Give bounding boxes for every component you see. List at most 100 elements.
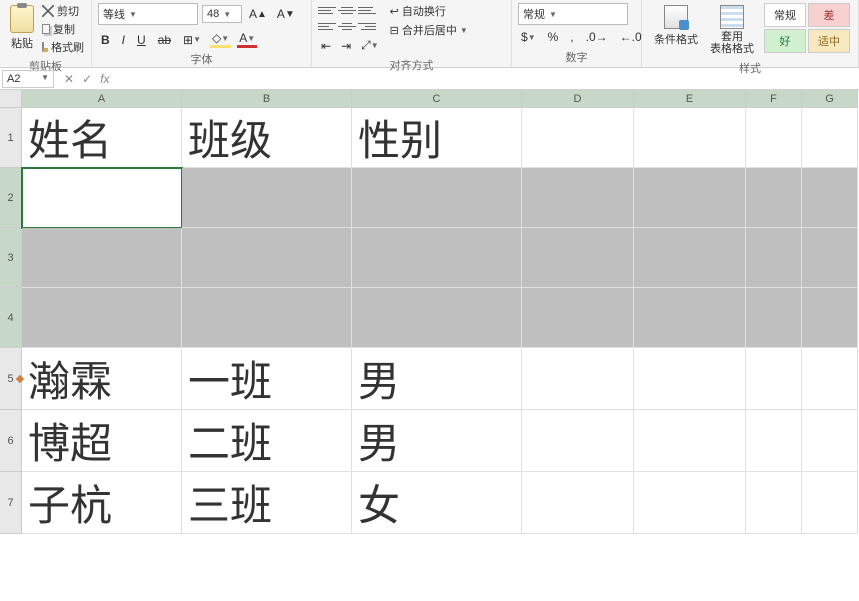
decrease-indent-button[interactable]: ⇤: [318, 37, 334, 54]
cell-style-normal[interactable]: 常规: [764, 3, 806, 27]
orientation-button[interactable]: ⤢▼: [358, 37, 382, 54]
col-header-G[interactable]: G: [802, 90, 858, 108]
cell-C3[interactable]: [352, 228, 522, 288]
align-middle-button[interactable]: [338, 3, 356, 17]
cell-G4[interactable]: [802, 288, 858, 348]
conditional-format-button[interactable]: 条件格式: [648, 3, 704, 49]
col-header-C[interactable]: C: [352, 90, 522, 108]
cell-C7[interactable]: 女: [352, 472, 522, 534]
col-header-A[interactable]: A: [22, 90, 182, 108]
font-name-dropdown[interactable]: 等线▼: [98, 3, 198, 25]
cell-C5[interactable]: 男: [352, 348, 522, 410]
paste-button[interactable]: 粘贴: [6, 3, 38, 53]
bold-button[interactable]: B: [98, 32, 113, 48]
cell-G5[interactable]: [802, 348, 858, 410]
cell-C6[interactable]: 男: [352, 410, 522, 472]
cell-D1[interactable]: [522, 108, 634, 168]
cell-D6[interactable]: [522, 410, 634, 472]
cell-E7[interactable]: [634, 472, 746, 534]
increase-decimal-button[interactable]: .0→: [583, 29, 611, 45]
fill-color-button[interactable]: ◇▼: [210, 31, 231, 48]
table-format-button[interactable]: 套用 表格格式: [704, 3, 760, 57]
font-color-button[interactable]: A▼: [237, 31, 257, 48]
align-top-button[interactable]: [318, 3, 336, 17]
cell-D5[interactable]: [522, 348, 634, 410]
format-painter-button[interactable]: 格式刷: [42, 39, 84, 55]
row-header-6[interactable]: 6: [0, 410, 22, 472]
border-button[interactable]: ⊞▼: [180, 32, 204, 48]
cell-E1[interactable]: [634, 108, 746, 168]
cell-G3[interactable]: [802, 228, 858, 288]
increase-font-button[interactable]: A▲: [246, 6, 270, 22]
row-header-3[interactable]: 3: [0, 228, 22, 288]
cell-C1[interactable]: 性别: [352, 108, 522, 168]
italic-button[interactable]: I: [119, 32, 128, 48]
currency-button[interactable]: $▼: [518, 29, 539, 45]
cell-E5[interactable]: [634, 348, 746, 410]
cell-E6[interactable]: [634, 410, 746, 472]
cell-G7[interactable]: [802, 472, 858, 534]
cell-E3[interactable]: [634, 228, 746, 288]
cell-D3[interactable]: [522, 228, 634, 288]
row-header-1[interactable]: 1: [0, 108, 22, 168]
align-right-button[interactable]: [358, 19, 376, 33]
cell-B3[interactable]: [182, 228, 352, 288]
cell-style-neutral[interactable]: 适中: [808, 29, 850, 53]
confirm-formula-button[interactable]: ✓: [82, 72, 92, 86]
formula-input[interactable]: [117, 77, 859, 81]
copy-button[interactable]: 复制: [42, 21, 84, 37]
cell-A6[interactable]: 博超: [22, 410, 182, 472]
cell-A2[interactable]: [22, 168, 182, 228]
col-header-E[interactable]: E: [634, 90, 746, 108]
cell-B6[interactable]: 二班: [182, 410, 352, 472]
decrease-decimal-button[interactable]: ←.0: [617, 29, 645, 45]
decrease-font-button[interactable]: A▼: [274, 6, 298, 22]
cell-E4[interactable]: [634, 288, 746, 348]
cell-E2[interactable]: [634, 168, 746, 228]
row-header-4[interactable]: 4: [0, 288, 22, 348]
cell-B5[interactable]: 一班: [182, 348, 352, 410]
cell-B1[interactable]: 班级: [182, 108, 352, 168]
row-header-5[interactable]: 5: [0, 348, 22, 410]
cut-button[interactable]: 剪切: [42, 3, 84, 19]
cell-C2[interactable]: [352, 168, 522, 228]
percent-button[interactable]: %: [545, 29, 562, 45]
cell-style-bad[interactable]: 差: [808, 3, 850, 27]
merge-center-button[interactable]: ⊟合并后居中▼: [390, 22, 468, 38]
cell-A5[interactable]: 瀚霖: [22, 348, 182, 410]
col-header-F[interactable]: F: [746, 90, 802, 108]
cell-C4[interactable]: [352, 288, 522, 348]
align-center-button[interactable]: [338, 19, 356, 33]
cell-F1[interactable]: [746, 108, 802, 168]
select-all-button[interactable]: [0, 90, 22, 108]
cell-A1[interactable]: 姓名: [22, 108, 182, 168]
cell-A3[interactable]: [22, 228, 182, 288]
col-header-D[interactable]: D: [522, 90, 634, 108]
cell-G1[interactable]: [802, 108, 858, 168]
cell-B7[interactable]: 三班: [182, 472, 352, 534]
row-header-2[interactable]: 2: [0, 168, 22, 228]
increase-indent-button[interactable]: ⇥: [338, 37, 354, 54]
cell-A7[interactable]: 子杭: [22, 472, 182, 534]
cell-G6[interactable]: [802, 410, 858, 472]
row-header-7[interactable]: 7: [0, 472, 22, 534]
comma-button[interactable]: ,: [567, 29, 576, 45]
cell-D4[interactable]: [522, 288, 634, 348]
name-box[interactable]: A2▼: [2, 70, 54, 88]
cell-D7[interactable]: [522, 472, 634, 534]
insert-function-button[interactable]: fx: [100, 72, 109, 86]
cell-F7[interactable]: [746, 472, 802, 534]
cell-F5[interactable]: [746, 348, 802, 410]
cell-F6[interactable]: [746, 410, 802, 472]
cell-G2[interactable]: [802, 168, 858, 228]
cell-A4[interactable]: [22, 288, 182, 348]
align-bottom-button[interactable]: [358, 3, 376, 17]
cell-D2[interactable]: [522, 168, 634, 228]
align-left-button[interactable]: [318, 19, 336, 33]
cell-style-good[interactable]: 好: [764, 29, 806, 53]
cell-F4[interactable]: [746, 288, 802, 348]
cell-F3[interactable]: [746, 228, 802, 288]
cancel-formula-button[interactable]: ✕: [64, 72, 74, 86]
underline-button[interactable]: U: [134, 32, 149, 48]
wrap-text-button[interactable]: ↩自动换行: [390, 3, 468, 19]
